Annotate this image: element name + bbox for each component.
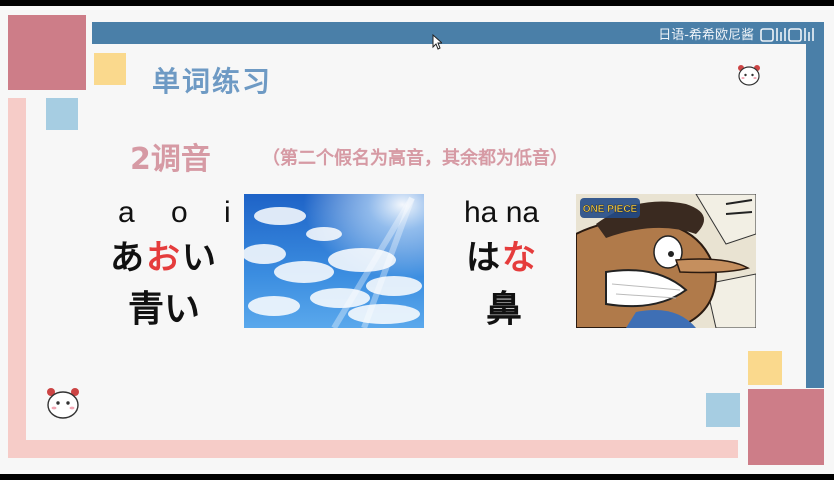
sky-illustration-icon [244, 194, 424, 328]
slide-title: 单词练习 [152, 65, 273, 98]
section-note: （第二个假名为高音，其余都为低音） [262, 148, 568, 169]
watermark-text: 日语-希希欧尼酱 [658, 28, 754, 43]
slide: 日语-希希欧尼酱 单词练习 2调音 （第二个假名为高音，其余都为低音） a o … [0, 6, 834, 474]
word-1-kana-accent: お [146, 238, 182, 278]
light-blue-square-bottom-right [706, 393, 740, 427]
word-2-kana-accent: な [502, 238, 538, 278]
one-piece-logo-text: ONE PIECE [583, 204, 638, 215]
section-heading: 2调音 [130, 142, 211, 177]
light-blue-square-top-left [46, 98, 78, 130]
blue-bar-right [806, 22, 824, 388]
word-2-romaji: ha na [464, 196, 540, 229]
word-1-kana: あおい [110, 230, 218, 279]
mouse-cursor-icon [432, 34, 442, 50]
blue-sky-image [244, 194, 424, 328]
usopp-illustration-icon: ONE PIECE [576, 194, 756, 328]
word-1-kana-before: あ [110, 238, 146, 278]
word-1-kanji: 青い [128, 289, 201, 330]
rose-square-top-left [8, 15, 86, 90]
yellow-square-top-left [94, 53, 126, 85]
word-2-kanji: 鼻 [486, 289, 523, 330]
word-1-romaji: a o i [118, 196, 245, 229]
word-2-kana: はな [466, 230, 538, 279]
word-1-kana-after: い [182, 238, 218, 278]
video-watermark: 日语-希希欧尼酱 [658, 24, 822, 43]
rose-square-bottom-right [748, 389, 824, 465]
mascot-icon [738, 65, 760, 86]
mascot-icon [47, 388, 79, 419]
bilibili-logo-icon [760, 27, 814, 42]
pink-bar-bottom [8, 440, 738, 458]
yellow-square-bottom-right [748, 351, 782, 385]
word-2-kana-before: は [466, 238, 502, 278]
pink-bar-left [8, 98, 26, 440]
one-piece-image: ONE PIECE [576, 194, 756, 328]
